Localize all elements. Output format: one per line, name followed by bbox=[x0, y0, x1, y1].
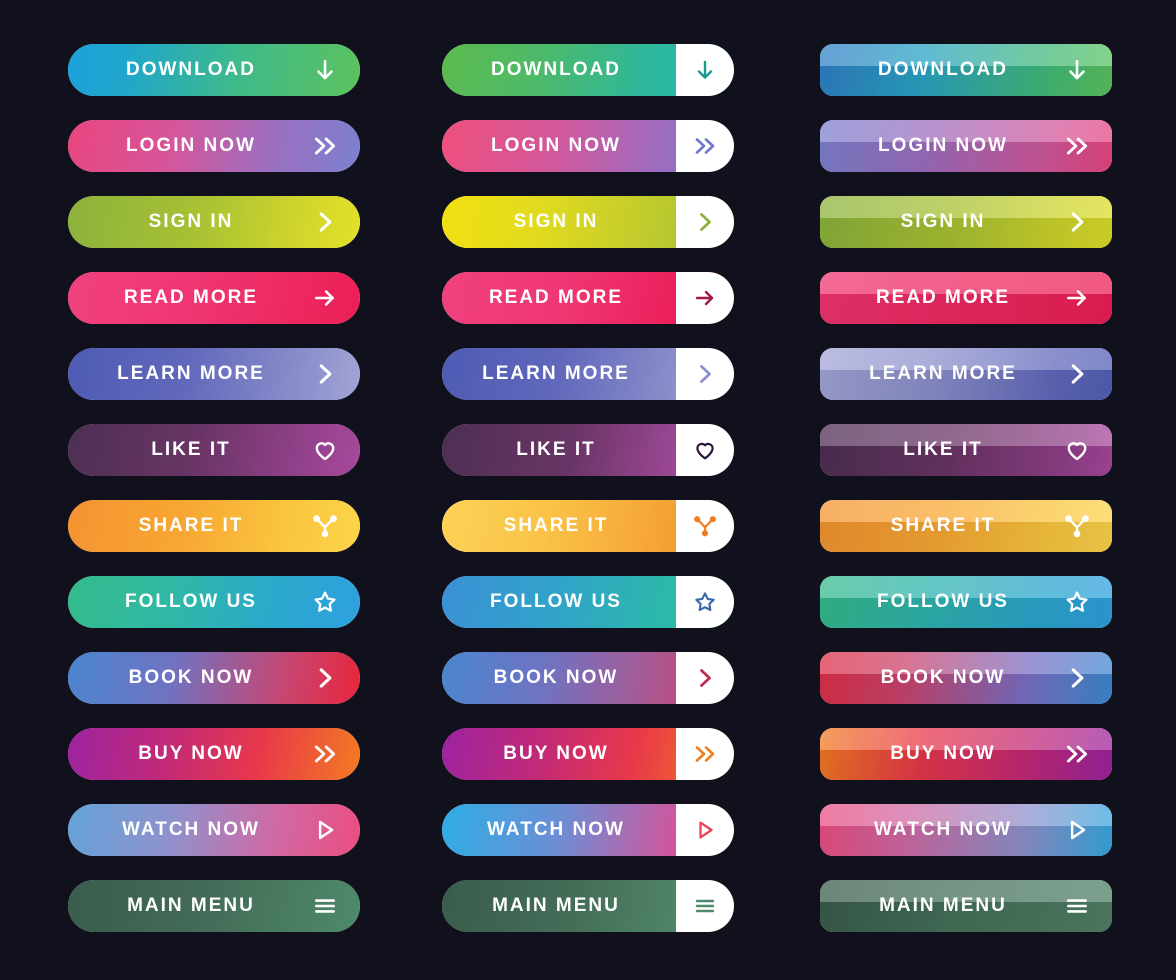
button-read-more[interactable]: READ MORE bbox=[68, 272, 360, 324]
button-gradient-fill bbox=[820, 576, 1112, 628]
chevron-right-icon bbox=[700, 669, 711, 687]
button-share-it[interactable]: SHARE IT bbox=[68, 500, 360, 552]
button-gradient-fill bbox=[820, 272, 1112, 324]
icon-plate[interactable] bbox=[676, 576, 734, 628]
button-set-canvas: DOWNLOAD LOGIN NOW SIGN IN READ MORE LEARN M… bbox=[0, 0, 1176, 980]
icon-plate[interactable] bbox=[676, 652, 734, 704]
button-gradient-fill bbox=[820, 424, 1112, 476]
glossy-rounded-column: DOWNLOAD LOGIN NOW SIGN IN READ MORE LEARN M… bbox=[820, 44, 1112, 956]
button-book-now[interactable]: BOOK NOW bbox=[68, 652, 360, 704]
hamburger-menu-icon bbox=[695, 899, 715, 913]
button-gradient-fill bbox=[68, 576, 360, 628]
button-gradient-fill bbox=[820, 44, 1112, 96]
button-gradient-fill bbox=[820, 880, 1112, 932]
button-login-now[interactable]: LOGIN NOW bbox=[68, 120, 360, 172]
button-gradient-fill bbox=[68, 880, 360, 932]
button-follow-us[interactable]: FOLLOW US bbox=[442, 576, 734, 628]
icon-plate[interactable] bbox=[676, 196, 734, 248]
button-like-it[interactable]: LIKE IT bbox=[820, 424, 1112, 476]
button-main-menu[interactable]: MAIN MENU bbox=[442, 880, 734, 932]
button-book-now[interactable]: BOOK NOW bbox=[442, 652, 734, 704]
button-download[interactable]: DOWNLOAD bbox=[68, 44, 360, 96]
button-gradient-fill bbox=[68, 728, 360, 780]
button-watch-now[interactable]: WATCH NOW bbox=[442, 804, 734, 856]
button-learn-more[interactable]: LEARN MORE bbox=[68, 348, 360, 400]
play-triangle-icon bbox=[699, 821, 713, 839]
button-gradient-fill bbox=[820, 348, 1112, 400]
button-book-now[interactable]: BOOK NOW bbox=[820, 652, 1112, 704]
button-follow-us[interactable]: FOLLOW US bbox=[820, 576, 1112, 628]
button-login-now[interactable]: LOGIN NOW bbox=[820, 120, 1112, 172]
icon-plate[interactable] bbox=[676, 424, 734, 476]
arrow-right-icon bbox=[695, 290, 714, 306]
icon-plate[interactable] bbox=[676, 120, 734, 172]
button-like-it[interactable]: LIKE IT bbox=[68, 424, 360, 476]
button-main-menu[interactable]: MAIN MENU bbox=[68, 880, 360, 932]
button-gradient-fill bbox=[820, 196, 1112, 248]
star-icon bbox=[695, 592, 715, 612]
chevron-double-right-icon bbox=[695, 138, 715, 154]
button-buy-now[interactable]: BUY NOW bbox=[68, 728, 360, 780]
icon-plate[interactable] bbox=[676, 728, 734, 780]
icon-plate[interactable] bbox=[676, 348, 734, 400]
button-share-it[interactable]: SHARE IT bbox=[820, 500, 1112, 552]
icon-plate[interactable] bbox=[676, 272, 734, 324]
button-buy-now[interactable]: BUY NOW bbox=[442, 728, 734, 780]
button-learn-more[interactable]: LEARN MORE bbox=[820, 348, 1112, 400]
button-gradient-fill bbox=[68, 500, 360, 552]
icon-plate[interactable] bbox=[676, 44, 734, 96]
pill-inline-icon-column: DOWNLOAD LOGIN NOW SIGN IN READ MORE LEARN M… bbox=[68, 44, 360, 956]
icon-plate[interactable] bbox=[676, 804, 734, 856]
button-gradient-fill bbox=[820, 500, 1112, 552]
icon-plate[interactable] bbox=[676, 500, 734, 552]
button-login-now[interactable]: LOGIN NOW bbox=[442, 120, 734, 172]
button-learn-more[interactable]: LEARN MORE bbox=[442, 348, 734, 400]
button-watch-now[interactable]: WATCH NOW bbox=[68, 804, 360, 856]
button-share-it[interactable]: SHARE IT bbox=[442, 500, 734, 552]
button-buy-now[interactable]: BUY NOW bbox=[820, 728, 1112, 780]
button-gradient-fill bbox=[820, 804, 1112, 856]
icon-plate[interactable] bbox=[676, 880, 734, 932]
button-gradient-fill bbox=[68, 804, 360, 856]
heart-icon bbox=[696, 442, 714, 460]
button-gradient-fill bbox=[68, 348, 360, 400]
button-gradient-fill bbox=[68, 272, 360, 324]
button-watch-now[interactable]: WATCH NOW bbox=[820, 804, 1112, 856]
chevron-right-icon bbox=[700, 213, 711, 231]
share-nodes-icon bbox=[694, 516, 716, 537]
button-gradient-fill bbox=[68, 44, 360, 96]
button-download[interactable]: DOWNLOAD bbox=[820, 44, 1112, 96]
button-read-more[interactable]: READ MORE bbox=[820, 272, 1112, 324]
button-main-menu[interactable]: MAIN MENU bbox=[820, 880, 1112, 932]
button-follow-us[interactable]: FOLLOW US bbox=[68, 576, 360, 628]
arrow-down-icon bbox=[697, 60, 713, 79]
pill-boxed-icon-column: DOWNLOAD LOGIN NOW SIGN IN READ MORE LEARN M… bbox=[442, 44, 734, 956]
button-read-more[interactable]: READ MORE bbox=[442, 272, 734, 324]
button-like-it[interactable]: LIKE IT bbox=[442, 424, 734, 476]
button-sign-in[interactable]: SIGN IN bbox=[442, 196, 734, 248]
button-gradient-fill bbox=[68, 652, 360, 704]
button-gradient-fill bbox=[68, 424, 360, 476]
button-sign-in[interactable]: SIGN IN bbox=[820, 196, 1112, 248]
button-gradient-fill bbox=[820, 652, 1112, 704]
button-sign-in[interactable]: SIGN IN bbox=[68, 196, 360, 248]
button-download[interactable]: DOWNLOAD bbox=[442, 44, 734, 96]
chevron-double-right-icon bbox=[695, 746, 715, 762]
button-gradient-fill bbox=[820, 728, 1112, 780]
chevron-right-icon bbox=[700, 365, 711, 383]
button-gradient-fill bbox=[68, 120, 360, 172]
button-gradient-fill bbox=[68, 196, 360, 248]
button-gradient-fill bbox=[820, 120, 1112, 172]
